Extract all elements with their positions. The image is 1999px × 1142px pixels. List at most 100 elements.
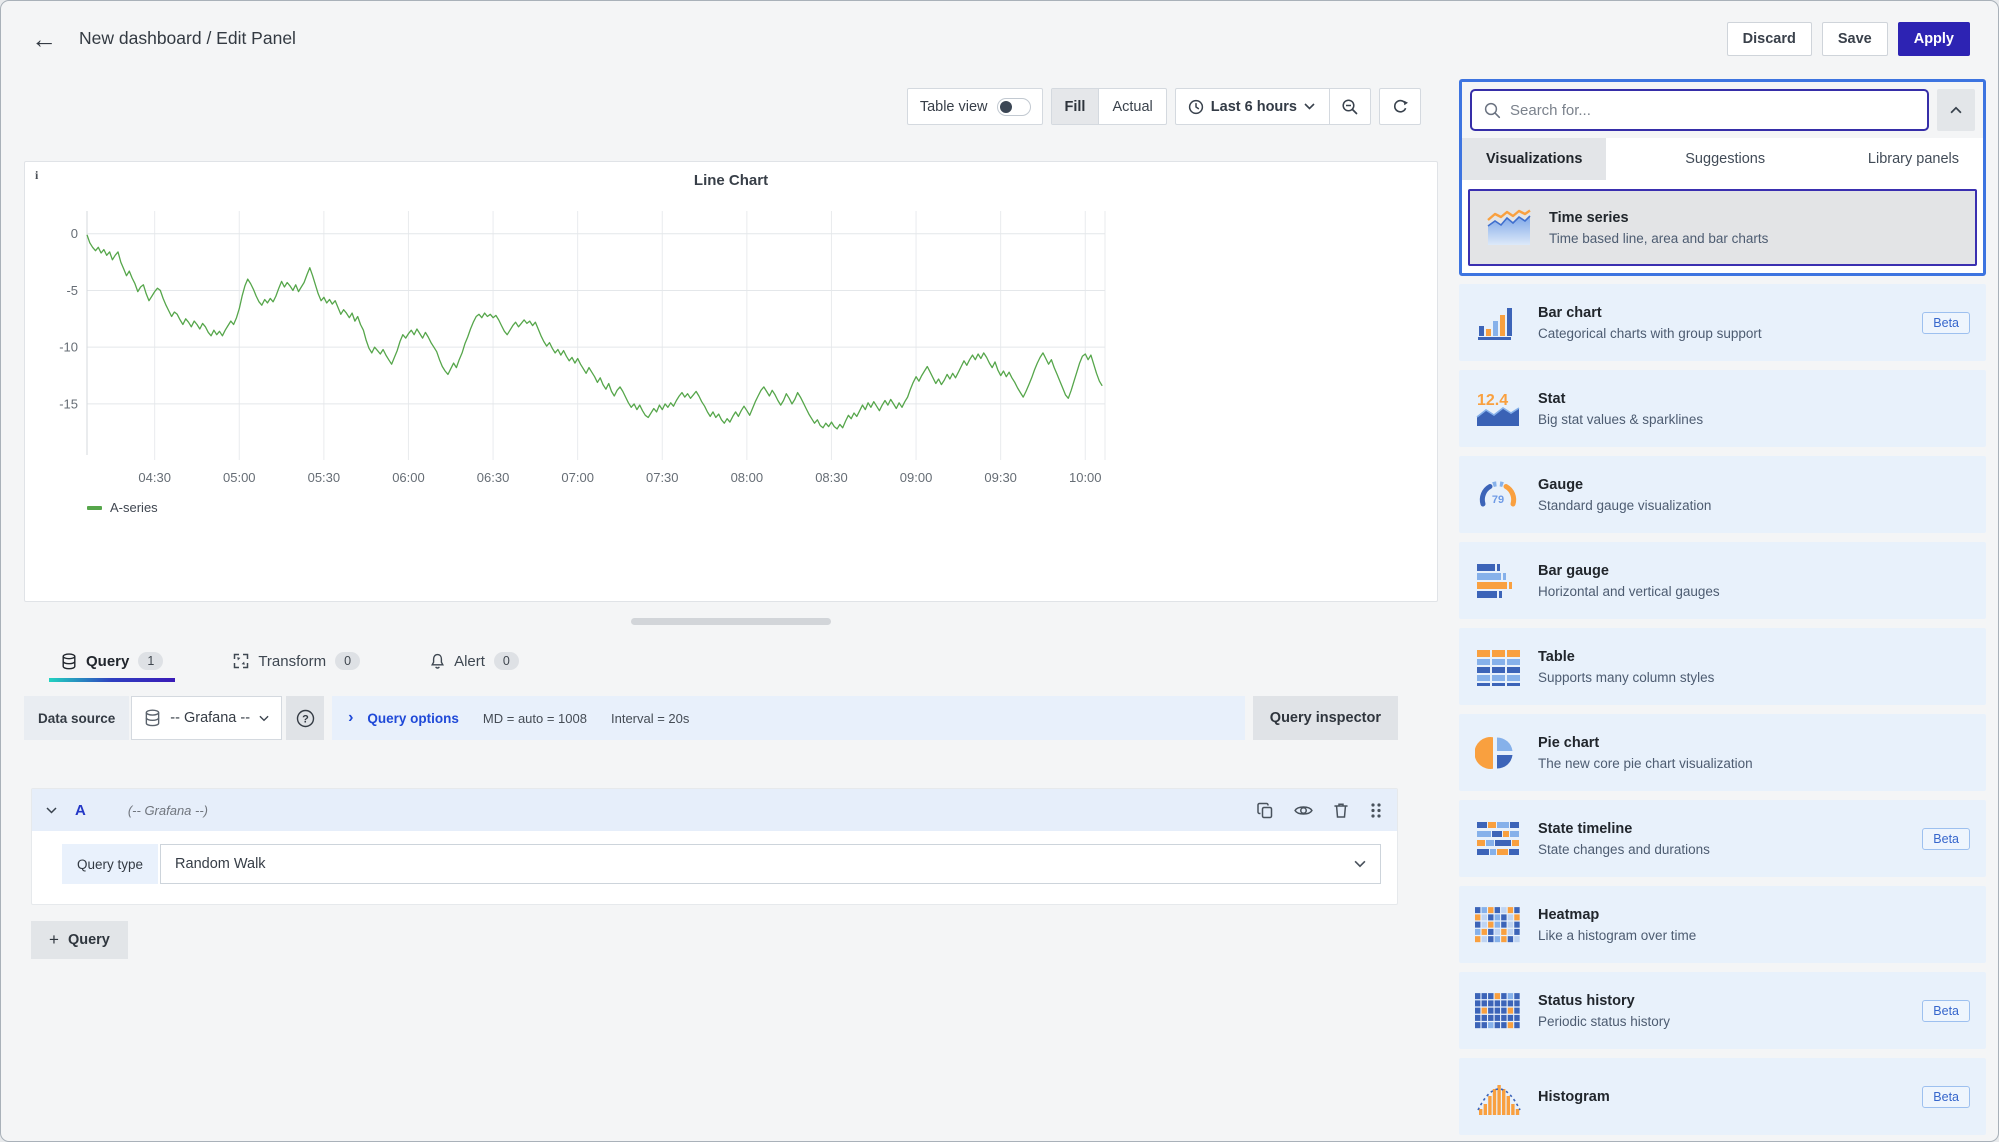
viz-item-state-timeline[interactable]: State timeline State changes and duratio… [1459, 800, 1986, 877]
tab-query[interactable]: Query 1 [49, 640, 175, 682]
query-row-card: A (-- Grafana --) Query type Random Walk [31, 788, 1398, 905]
query-type-label: Query type [62, 844, 158, 884]
refresh-icon [1392, 98, 1409, 115]
add-query-button[interactable]: + Query [31, 921, 128, 959]
viz-search-box [1470, 89, 1929, 131]
edit-panel-main: Table view Fill Actual Last 6 hours [1, 76, 1438, 959]
apply-button[interactable]: Apply [1898, 22, 1970, 56]
grafana-edit-panel-window: ← New dashboard / Edit Panel Discard Sav… [0, 0, 1999, 1142]
viz-item-description: The new core pie chart visualization [1538, 756, 1753, 771]
interval-text: Interval = 20s [611, 711, 689, 726]
svg-text:0: 0 [71, 226, 78, 241]
tab-library-panels[interactable]: Library panels [1844, 138, 1983, 180]
viz-item-bar-chart[interactable]: Bar chart Categorical charts with group … [1459, 284, 1986, 361]
tab-transform-count: 0 [335, 652, 360, 670]
query-type-select[interactable]: Random Walk [160, 844, 1381, 884]
tab-visualizations[interactable]: Visualizations [1462, 138, 1606, 180]
viz-picker-body: Visualizations Suggestions Library panel… [1462, 138, 1983, 273]
table-view-toggle[interactable] [997, 98, 1031, 116]
viz-item-status-history[interactable]: Status history Periodic status history B… [1459, 972, 1986, 1049]
datasource-row: Data source -- Grafana -- ? › Query opti… [24, 696, 1398, 740]
tab-alert[interactable]: Alert 0 [418, 640, 531, 682]
viz-item-stat[interactable]: 12.4 Stat Big stat values & sparklines [1459, 370, 1986, 447]
refresh-button[interactable] [1380, 89, 1420, 124]
viz-item-title: Bar gauge [1538, 563, 1720, 579]
duplicate-query-icon[interactable] [1257, 802, 1274, 819]
svg-text:05:00: 05:00 [223, 470, 256, 485]
svg-text:08:00: 08:00 [731, 470, 764, 485]
viz-item-table[interactable]: Table Supports many column styles [1459, 628, 1986, 705]
chevron-down-icon[interactable] [46, 807, 57, 814]
viz-item-heatmap[interactable]: Heatmap Like a histogram over time [1459, 886, 1986, 963]
histogram-icon [1475, 1077, 1521, 1117]
delete-query-icon[interactable] [1333, 802, 1349, 819]
viz-list: Bar chart Categorical charts with group … [1459, 284, 1986, 1135]
header: ← New dashboard / Edit Panel Discard Sav… [1, 1, 1998, 76]
viz-item-histogram[interactable]: Histogram Beta [1459, 1058, 1986, 1135]
chart-panel[interactable]: i Line Chart 04:3005:0005:3006:0006:3007… [24, 161, 1438, 602]
viz-item-bar-gauge[interactable]: Bar gauge Horizontal and vertical gauges [1459, 542, 1986, 619]
tab-transform[interactable]: Transform 0 [221, 640, 372, 682]
tab-query-count: 1 [138, 652, 163, 670]
max-data-points-text: MD = auto = 1008 [483, 711, 587, 726]
page-title: New dashboard / Edit Panel [79, 28, 296, 49]
pie-chart-icon [1475, 733, 1521, 773]
table-icon [1475, 647, 1521, 687]
viz-item-description: Categorical charts with group support [1538, 326, 1762, 341]
viz-item-description: Horizontal and vertical gauges [1538, 584, 1720, 599]
viz-item-title: Bar chart [1538, 305, 1762, 321]
chevron-up-icon [1950, 106, 1962, 114]
status-history-icon [1475, 991, 1521, 1031]
chevron-down-icon [259, 715, 269, 722]
actual-option[interactable]: Actual [1099, 89, 1165, 124]
line-chart-svg: 04:3005:0005:3006:0006:3007:0007:3008:00… [43, 193, 1128, 493]
tab-transform-label: Transform [258, 653, 326, 670]
panel-resize-handle[interactable] [631, 618, 831, 625]
svg-text:?: ? [302, 713, 309, 725]
viz-item-gauge[interactable]: 79 Gauge Standard gauge visualization [1459, 456, 1986, 533]
viz-item-time-series[interactable]: Time series Time based line, area and ba… [1468, 189, 1977, 266]
hide-query-icon[interactable] [1294, 803, 1313, 818]
svg-text:05:30: 05:30 [308, 470, 341, 485]
viz-search-input[interactable] [1510, 102, 1915, 119]
svg-text:09:30: 09:30 [984, 470, 1017, 485]
viz-item-title: State timeline [1538, 821, 1710, 837]
tab-query-label: Query [86, 653, 129, 670]
datasource-help-button[interactable]: ? [286, 696, 324, 740]
refresh-group [1379, 88, 1421, 125]
query-inspector-button[interactable]: Query inspector [1253, 696, 1398, 740]
collapse-options-button[interactable] [1937, 89, 1975, 131]
svg-text:07:30: 07:30 [646, 470, 679, 485]
chart-legend[interactable]: A-series [87, 500, 1437, 515]
tab-alert-count: 0 [494, 652, 519, 670]
query-row-header[interactable]: A (-- Grafana --) [32, 789, 1397, 831]
svg-text:-15: -15 [59, 396, 78, 411]
query-options-label: Query options [367, 711, 459, 726]
save-button[interactable]: Save [1822, 22, 1888, 56]
time-range-label: Last 6 hours [1211, 99, 1297, 115]
state-timeline-icon [1475, 819, 1521, 859]
viz-item-description: Standard gauge visualization [1538, 498, 1711, 513]
datasource-picker[interactable]: -- Grafana -- [131, 696, 282, 740]
drag-handle-icon[interactable] [1369, 802, 1383, 819]
time-picker-group: Last 6 hours [1175, 88, 1371, 125]
fill-option[interactable]: Fill [1052, 89, 1099, 124]
datasource-value: -- Grafana -- [170, 710, 250, 726]
time-range-button[interactable]: Last 6 hours [1176, 89, 1329, 124]
viz-item-pie-chart[interactable]: Pie chart The new core pie chart visuali… [1459, 714, 1986, 791]
back-arrow-icon[interactable]: ← [31, 26, 57, 52]
svg-text:06:00: 06:00 [392, 470, 425, 485]
clock-icon [1188, 99, 1204, 115]
zoom-out-button[interactable] [1330, 89, 1370, 124]
panel-title: Line Chart [25, 162, 1437, 189]
editor-tabs: Query 1 Transform 0 Alert 0 [24, 640, 1438, 682]
panel-info-icon[interactable]: i [35, 168, 38, 183]
database-icon [144, 709, 161, 727]
query-options-bar[interactable]: › Query options MD = auto = 1008 Interva… [332, 696, 1245, 740]
viz-item-title: Status history [1538, 993, 1670, 1009]
tab-suggestions[interactable]: Suggestions [1661, 138, 1789, 180]
svg-text:12.4: 12.4 [1477, 392, 1508, 409]
discard-button[interactable]: Discard [1727, 22, 1812, 56]
query-type-value: Random Walk [175, 856, 266, 872]
gauge-icon: 79 [1475, 475, 1521, 515]
